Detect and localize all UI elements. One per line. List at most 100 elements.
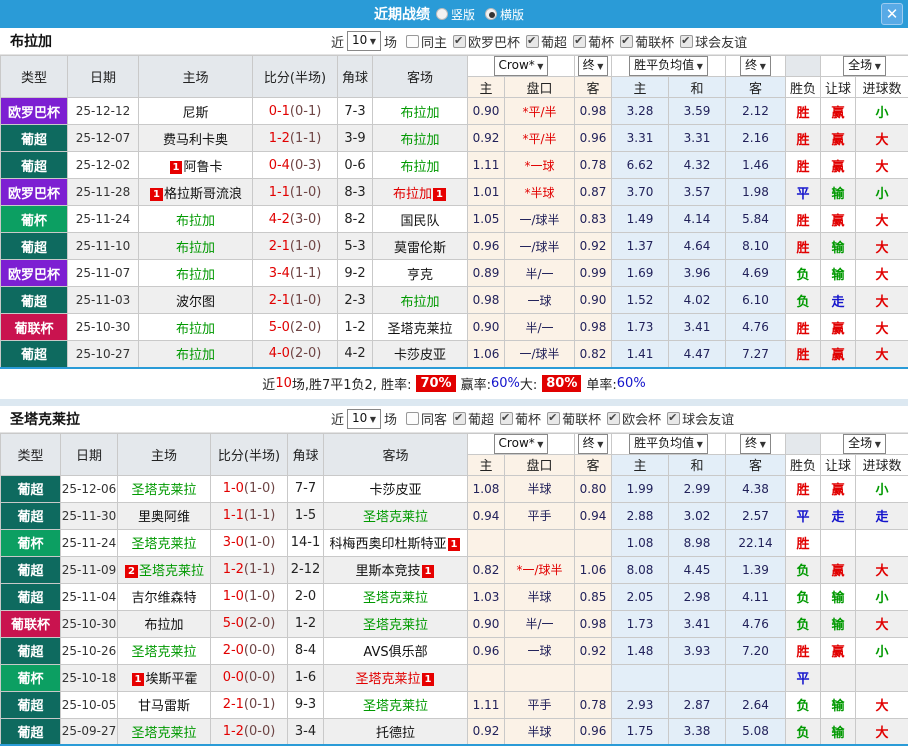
result-goals-cell: 大 (856, 691, 908, 718)
col-score: 比分(半场) (211, 433, 288, 475)
match-row: 葡超25-11-10布拉加2-1(1-0)5-3莫雷伦斯0.96一/球半0.92… (1, 233, 908, 260)
team-label: 圣塔克莱拉 (363, 618, 428, 633)
team-label: 卡莎皮亚 (394, 348, 446, 363)
same-venue-checkbox[interactable] (406, 412, 419, 425)
team-label: 里斯本竞技 (356, 564, 421, 579)
radio-unchecked-icon (436, 8, 448, 20)
corner-cell: 2-0 (288, 583, 324, 610)
euro-average-select[interactable]: 胜平负均值 (629, 434, 708, 454)
same-venue-checkbox[interactable] (406, 35, 419, 48)
halftime-score: (1-0) (244, 481, 275, 496)
league-filter-checkbox[interactable] (680, 35, 693, 48)
team-label: 阿鲁卡 (183, 160, 222, 175)
match-row: 葡超25-09-27圣塔克莱拉1-2(0-0)3-4托德拉0.92半球0.961… (1, 718, 908, 745)
match-count-select[interactable]: 10 (347, 31, 381, 51)
league-filter-checkbox[interactable] (620, 35, 633, 48)
away-team-cell: 圣塔克莱拉 (373, 314, 468, 341)
match-count-select[interactable]: 10 (347, 409, 381, 429)
halftime-score: (0-3) (290, 158, 321, 173)
score-cell: 2-1(1-0) (253, 287, 338, 314)
league-filter-checkbox[interactable] (667, 412, 680, 425)
fulltime-score: 1-1 (269, 185, 290, 200)
scope-select[interactable]: 全场 (843, 434, 886, 454)
asian-home-odds-cell: 1.08 (468, 475, 505, 502)
handicap-cell: *平/半 (505, 125, 575, 152)
result-outcome-cell: 平 (786, 179, 821, 206)
horizontal-layout-label: 横版 (500, 6, 524, 23)
corner-cell: 1-2 (288, 610, 324, 637)
away-team-cell: 圣塔克莱拉 (324, 691, 468, 718)
league-badge-cell: 葡超 (1, 502, 61, 529)
team-label: 布拉加 (400, 106, 439, 121)
league-filter-label: 球会友谊 (695, 32, 747, 51)
horizontal-layout-radio[interactable]: 横版 (485, 6, 524, 23)
filter-bar: 近10场同主欧罗巴杯葡超葡杯葡联杯球会友谊 (328, 31, 747, 51)
date-cell: 25-11-09 (61, 556, 118, 583)
euro-home-odds-cell: 2.93 (612, 691, 669, 718)
scope-select[interactable]: 全场 (843, 56, 886, 76)
fulltime-score: 1-1 (223, 508, 244, 523)
close-button[interactable]: ✕ (881, 3, 903, 25)
euro-home-odds-cell: 1.75 (612, 718, 669, 745)
col-home: 主场 (118, 433, 211, 475)
vertical-layout-radio[interactable]: 竖版 (436, 6, 475, 23)
asian-away-odds-cell: 0.78 (575, 691, 612, 718)
asian-home-odds-cell: 0.92 (468, 125, 505, 152)
euro-home-odds-cell: 1.99 (612, 475, 669, 502)
match-row: 葡超25-11-04吉尔维森特1-0(1-0)2-0圣塔克莱拉1.03半球0.8… (1, 583, 908, 610)
asian-final-select[interactable]: 终 (578, 434, 609, 454)
team-label: 尼斯 (182, 106, 208, 121)
asian-home-odds-cell: 1.11 (468, 691, 505, 718)
league-filter-checkbox[interactable] (500, 412, 513, 425)
league-filter-checkbox[interactable] (607, 412, 620, 425)
league-filter-checkbox[interactable] (453, 412, 466, 425)
result-goals-cell: 小 (856, 475, 908, 502)
col-date: 日期 (61, 433, 118, 475)
col-type: 类型 (1, 56, 68, 98)
euro-draw-odds-cell: 3.41 (669, 314, 726, 341)
league-filter-checkbox[interactable] (547, 412, 560, 425)
handicap-cell (505, 664, 575, 691)
bookmaker-select[interactable]: Crow* (494, 56, 549, 76)
euro-final-select[interactable]: 终 (740, 434, 771, 454)
asian-home-odds-cell: 0.82 (468, 556, 505, 583)
handicap-cell: 半/一 (505, 610, 575, 637)
match-row: 葡超25-10-26圣塔克莱拉2-0(0-0)8-4AVS俱乐部0.96一球0.… (1, 637, 908, 664)
euro-final-select[interactable]: 终 (740, 56, 771, 76)
bookmaker-select[interactable]: Crow* (494, 434, 549, 454)
euro-average-select[interactable]: 胜平负均值 (629, 56, 708, 76)
result-goals-cell (856, 529, 908, 556)
summary-line: 近10场,胜7平1负2, 胜率:70%赢率:60% 大:80%单率:60% (0, 369, 908, 399)
euro-away-odds-cell: 7.20 (726, 637, 786, 664)
league-filter-checkbox[interactable] (453, 35, 466, 48)
score-cell: 0-1(0-1) (253, 98, 338, 125)
date-cell: 25-11-10 (68, 233, 139, 260)
corner-cell: 3-9 (338, 125, 373, 152)
euro-home-odds-cell: 1.49 (612, 206, 669, 233)
same-venue-label: 同主 (421, 32, 447, 51)
league-filter-checkbox[interactable] (573, 35, 586, 48)
halftime-score: (2-0) (290, 346, 321, 361)
result-outcome-cell: 胜 (786, 152, 821, 179)
away-team-cell: 圣塔克莱拉 (324, 583, 468, 610)
asian-away-odds-cell: 0.96 (575, 718, 612, 745)
euro-draw-odds-cell: 2.98 (669, 583, 726, 610)
home-team-cell: 波尔图 (139, 287, 253, 314)
corner-cell: 2-3 (338, 287, 373, 314)
corner-cell: 1-6 (288, 664, 324, 691)
league-filter-checkbox[interactable] (526, 35, 539, 48)
team-label: 圣塔克莱拉 (139, 564, 204, 579)
halftime-score: (1-1) (244, 508, 275, 523)
halftime-score: (2-0) (244, 616, 275, 631)
result-goals-cell: 大 (856, 287, 908, 314)
away-team-cell: 莫雷伦斯 (373, 233, 468, 260)
asian-final-select[interactable]: 终 (578, 56, 609, 76)
same-venue-label: 同客 (421, 409, 447, 428)
result-outcome-cell: 负 (786, 610, 821, 637)
red-card-badge: 1 (170, 161, 183, 174)
header-row-groups: 类型 日期 主场 比分(半场) 角球 客场 Crow* 终 胜平负均值 终 全场 (1, 433, 908, 454)
result-goals-cell (856, 664, 908, 691)
result-goals-cell: 大 (856, 125, 908, 152)
col-euro-draw: 和 (669, 454, 726, 475)
fulltime-score: 0-0 (223, 670, 244, 685)
